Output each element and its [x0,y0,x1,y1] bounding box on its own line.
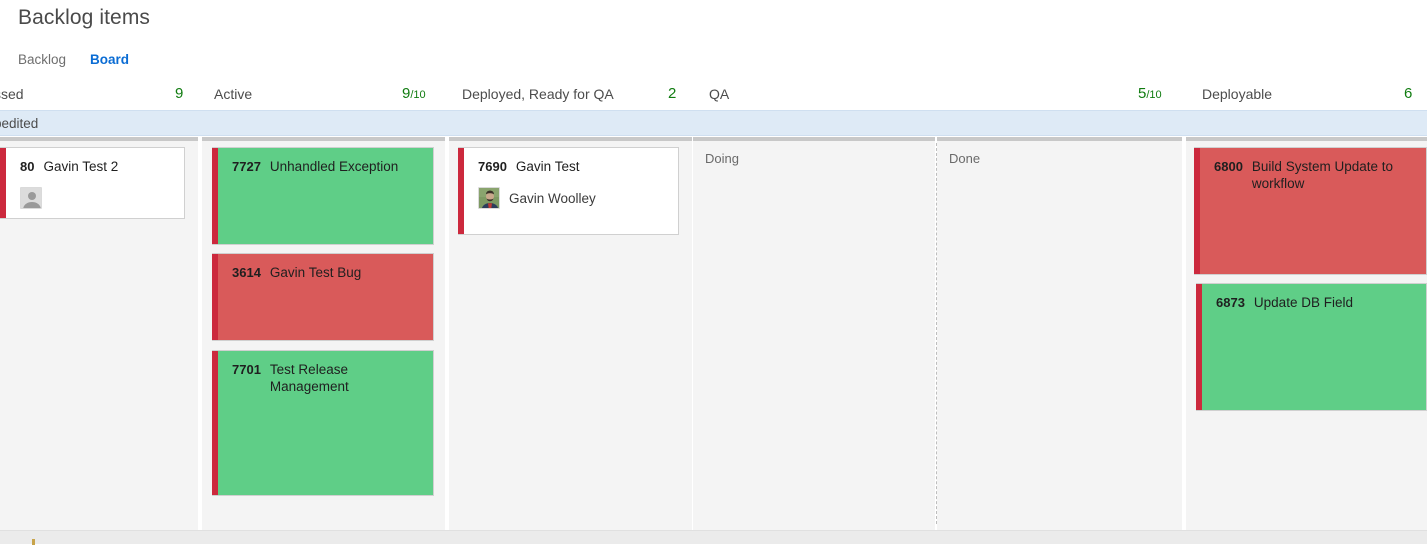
board-column-first: 80 Gavin Test 2 [0,137,198,530]
card-body: 7690 Gavin Test Gavin Woolley [464,148,678,234]
card-id: 7727 [232,159,261,174]
column-header-active-label: Active [214,86,253,102]
swimlane-header-expedited[interactable]: pedited [0,110,1427,136]
board-page: Backlog items Backlog Board ssed 9 Activ… [0,0,1427,545]
column-count-qa-value: 5 [1138,85,1147,102]
column-limit-qa: /10 [1146,89,1162,101]
column-count-deployable-value: 6 [1404,85,1413,102]
card-7690[interactable]: 7690 Gavin Test Gavin Woolley [458,147,679,235]
card-id: 6800 [1214,159,1243,174]
card-id: 7690 [478,159,507,174]
column-count-deployed-ready-for-qa: 2 [668,85,676,102]
board-column-qa: Doing Done [693,137,1182,530]
assignee-name: Gavin Woolley [509,190,596,206]
avatar [478,187,500,209]
card-title-line: 6873 Update DB Field [1216,294,1414,311]
tab-board[interactable]: Board [90,50,129,69]
column-header-deployed-ready-for-qa[interactable]: Deployed, Ready for QA [462,80,614,108]
column-header-qa[interactable]: QA [709,80,729,108]
board-column-deployed-ready-for-qa: 7690 Gavin Test Gavin Woolley [449,137,692,530]
card-body: 6873 Update DB Field [1202,284,1426,410]
column-header-first-label: ssed [0,86,24,102]
card-title-line: 7701 Test Release Management [232,361,421,395]
card-3614[interactable]: 3614 Gavin Test Bug [212,253,434,341]
card-body: 7701 Test Release Management [218,351,433,495]
board-subcolumn-doing: Doing [693,137,935,530]
pivot-tab-list: Backlog Board [18,50,129,69]
card-body: 3614 Gavin Test Bug [218,254,433,340]
card-title: Gavin Test Bug [269,265,362,280]
column-header-deployable[interactable]: Deployable [1202,80,1272,108]
card-body: 6800 Build System Update to workflow [1200,148,1426,274]
page-title: Backlog items [18,6,151,29]
card-7727[interactable]: 7727 Unhandled Exception [212,147,434,245]
card-assignee-row [20,187,172,209]
card-title: Test Release Management [269,362,349,394]
footer-marker-icon [32,539,35,545]
card-title-line: 80 Gavin Test 2 [20,158,172,175]
column-header-first[interactable]: ssed [0,80,24,108]
column-count-active: 9 /10 [402,85,426,102]
card-id: 6873 [1216,295,1245,310]
column-count-active-value: 9 [402,85,411,102]
board-column-deployable: 6800 Build System Update to workflow 687… [1186,137,1427,530]
column-header-deployed-ready-for-qa-label: Deployed, Ready for QA [462,86,614,102]
card-title: Update DB Field [1253,295,1353,310]
column-header-row: ssed 9 Active 9 /10 Deployed, Ready for … [0,80,1427,108]
card-title-line: 3614 Gavin Test Bug [232,264,421,281]
card-6873[interactable]: 6873 Update DB Field [1196,283,1427,411]
card-id: 80 [20,159,35,174]
card-title-line: 6800 Build System Update to workflow [1214,158,1414,192]
board-body: 80 Gavin Test 2 7727 Unhandled Exception… [0,137,1427,530]
card-id: 3614 [232,265,261,280]
column-count-first: 9 [175,85,183,102]
card-7701[interactable]: 7701 Test Release Management [212,350,434,496]
board-footer [0,530,1427,545]
column-count-qa: 5 /10 [1138,85,1162,102]
card-title-line: 7727 Unhandled Exception [232,158,421,175]
column-count-first-value: 9 [175,85,184,102]
column-header-qa-label: QA [709,86,730,102]
page-header: Backlog items Backlog Board [0,0,1427,78]
subcolumn-divider [936,143,937,524]
column-header-active[interactable]: Active [214,80,252,108]
card-title: Unhandled Exception [269,159,399,174]
subcolumn-label-done: Done [949,151,981,166]
card-body: 7727 Unhandled Exception [218,148,433,244]
tab-backlog[interactable]: Backlog [18,50,66,69]
board-column-active: 7727 Unhandled Exception 3614 Gavin Test… [202,137,445,530]
card-title: Build System Update to workflow [1251,159,1393,191]
swimlane-title: pedited [0,115,39,131]
card-title: Gavin Test 2 [43,159,119,174]
avatar [20,187,42,209]
card-assignee-row: Gavin Woolley [478,187,666,209]
card-title: Gavin Test [515,159,580,174]
card-title-line: 7690 Gavin Test [478,158,666,175]
board-subcolumn-done: Done [937,137,1182,530]
column-limit-active: /10 [410,89,426,101]
card-80[interactable]: 80 Gavin Test 2 [0,147,185,219]
card-body: 80 Gavin Test 2 [6,148,184,218]
column-count-deployed-value: 2 [668,85,677,102]
subcolumn-label-doing: Doing [705,151,739,166]
column-header-deployable-label: Deployable [1202,86,1273,102]
card-id: 7701 [232,362,261,377]
column-count-deployable: 6 [1404,85,1412,102]
card-6800[interactable]: 6800 Build System Update to workflow [1194,147,1427,275]
